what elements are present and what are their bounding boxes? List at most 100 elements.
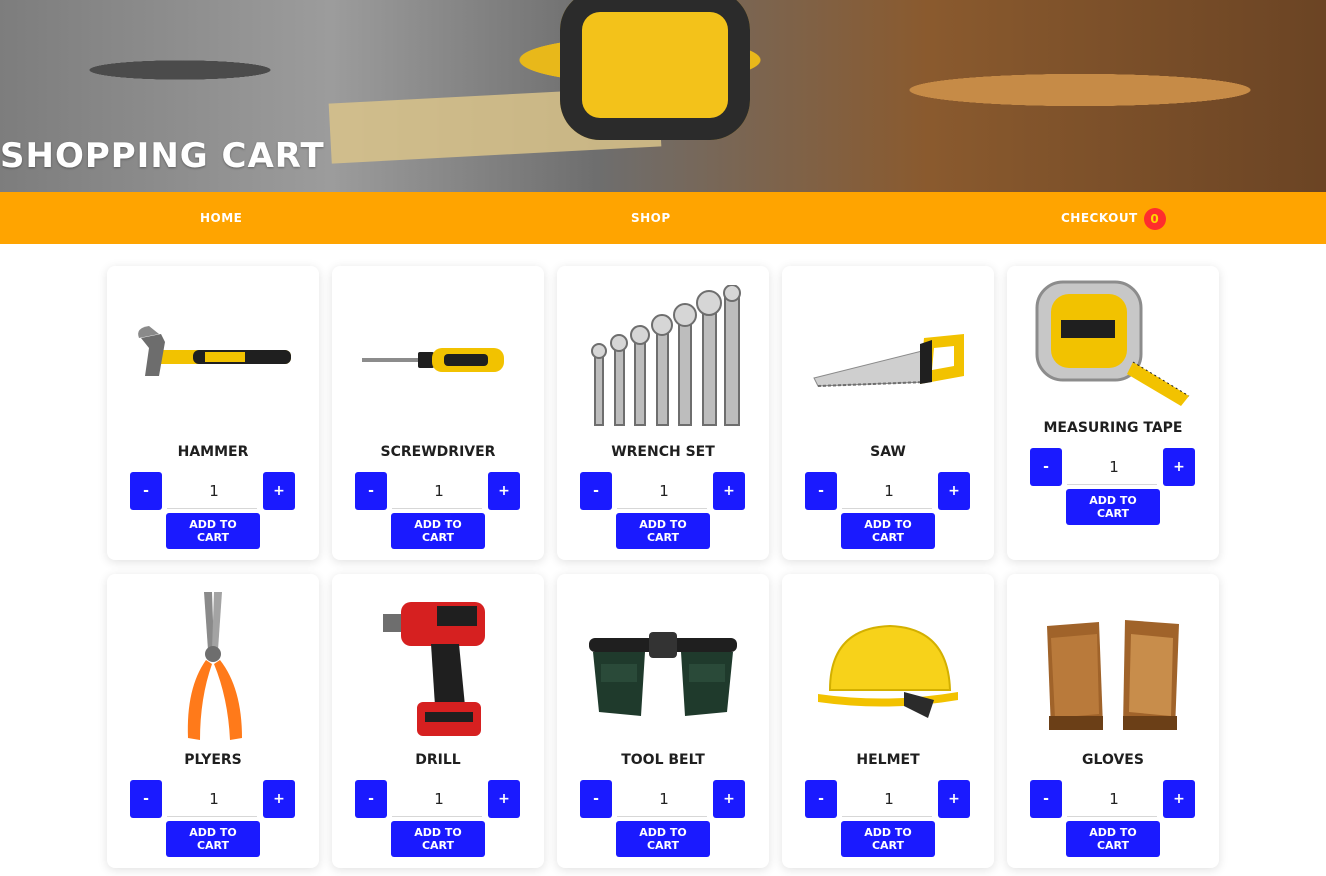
drill-image — [357, 588, 519, 748]
helmet-image — [807, 588, 969, 748]
decrease-qty-button[interactable]: - — [355, 780, 387, 818]
add-to-cart-button[interactable]: Add to cart — [616, 821, 710, 857]
add-to-cart-button[interactable]: Add to cart — [1066, 821, 1160, 857]
quantity-input[interactable] — [617, 780, 711, 818]
product-card-plyers: Plyers - + Add to cart — [107, 574, 319, 868]
product-name: Drill — [415, 752, 461, 768]
product-name: Measuring tape — [1043, 420, 1183, 436]
pliers-icon — [187, 592, 242, 740]
product-name: Wrench set — [611, 444, 715, 460]
add-to-cart-button[interactable]: Add to cart — [166, 821, 260, 857]
quantity-input[interactable] — [842, 472, 936, 510]
measuring-tape-image — [1032, 276, 1194, 416]
product-name: Plyers — [184, 752, 242, 768]
increase-qty-button[interactable]: + — [1163, 448, 1195, 486]
increase-qty-button[interactable]: + — [1163, 780, 1195, 818]
saw-icon — [813, 334, 964, 387]
plyers-image — [132, 588, 294, 748]
product-card-hammer: Hammer - + Add to cart — [107, 266, 319, 560]
hero-tape-graphic — [560, 0, 750, 140]
quantity-input[interactable] — [1067, 448, 1161, 486]
product-grid: Hammer - + Add to cart Screwdriver - + A… — [107, 266, 1219, 868]
quantity-input[interactable] — [842, 780, 936, 818]
decrease-qty-button[interactable]: - — [580, 780, 612, 818]
main-navbar: Home Shop Checkout 0 — [0, 192, 1326, 244]
add-to-cart-button[interactable]: Add to cart — [1066, 489, 1160, 525]
tool-belt-image — [582, 588, 744, 748]
quantity-input[interactable] — [167, 780, 261, 818]
add-to-cart-button[interactable]: Add to cart — [841, 821, 935, 857]
product-card-saw: Saw - + Add to cart — [782, 266, 994, 560]
decrease-qty-button[interactable]: - — [805, 472, 837, 510]
increase-qty-button[interactable]: + — [263, 472, 295, 510]
increase-qty-button[interactable]: + — [713, 780, 745, 818]
measuring-tape-icon — [1035, 280, 1190, 406]
quantity-input[interactable] — [167, 472, 261, 510]
quantity-input[interactable] — [392, 780, 486, 818]
screwdriver-image — [357, 280, 519, 440]
product-name: Saw — [870, 444, 906, 460]
decrease-qty-button[interactable]: - — [580, 472, 612, 510]
product-card-drill: Drill - + Add to cart — [332, 574, 544, 868]
quantity-input[interactable] — [392, 472, 486, 510]
increase-qty-button[interactable]: + — [488, 472, 520, 510]
product-card-wrench-set: Wrench set - + Add to cart — [557, 266, 769, 560]
product-name: Gloves — [1082, 752, 1144, 768]
decrease-qty-button[interactable]: - — [355, 472, 387, 510]
quantity-underline — [617, 508, 707, 509]
quantity-underline — [167, 816, 257, 817]
product-card-tool-belt: Tool belt - + Add to cart — [557, 574, 769, 868]
product-name: Screwdriver — [380, 444, 496, 460]
nav-checkout-link[interactable]: Checkout 0 — [1061, 192, 1166, 244]
decrease-qty-button[interactable]: - — [1030, 448, 1062, 486]
product-card-helmet: Helmet - + Add to cart — [782, 574, 994, 868]
nav-checkout-label: Checkout — [1061, 211, 1138, 225]
product-card-measuring-tape: Measuring tape - + Add to cart — [1007, 266, 1219, 560]
wrench-set-icon — [591, 285, 741, 426]
quantity-underline — [842, 816, 932, 817]
saw-image — [807, 280, 969, 440]
gloves-icon — [1047, 620, 1179, 730]
quantity-underline — [1067, 816, 1157, 817]
decrease-qty-button[interactable]: - — [130, 472, 162, 510]
product-name: Tool belt — [621, 752, 705, 768]
quantity-underline — [617, 816, 707, 817]
gloves-image — [1032, 588, 1194, 748]
add-to-cart-button[interactable]: Add to cart — [841, 513, 935, 549]
product-name: Helmet — [856, 752, 920, 768]
decrease-qty-button[interactable]: - — [805, 780, 837, 818]
hammer-image — [132, 280, 294, 440]
cart-count-badge: 0 — [1143, 207, 1166, 230]
quantity-input[interactable] — [1067, 780, 1161, 818]
nav-home-link[interactable]: Home — [200, 192, 242, 244]
decrease-qty-button[interactable]: - — [130, 780, 162, 818]
quantity-underline — [1067, 484, 1157, 485]
add-to-cart-button[interactable]: Add to cart — [391, 821, 485, 857]
quantity-underline — [392, 816, 482, 817]
increase-qty-button[interactable]: + — [263, 780, 295, 818]
hammer-icon — [138, 326, 291, 376]
product-card-screwdriver: Screwdriver - + Add to cart — [332, 266, 544, 560]
add-to-cart-button[interactable]: Add to cart — [166, 513, 260, 549]
wrench-set-image — [582, 280, 744, 440]
add-to-cart-button[interactable]: Add to cart — [391, 513, 485, 549]
drill-icon — [383, 602, 485, 736]
product-name: Hammer — [177, 444, 249, 460]
page-title: Shopping Cart — [0, 136, 325, 176]
increase-qty-button[interactable]: + — [938, 472, 970, 510]
hero-banner: Shopping Cart — [0, 0, 1326, 192]
decrease-qty-button[interactable]: - — [1030, 780, 1062, 818]
add-to-cart-button[interactable]: Add to cart — [616, 513, 710, 549]
tool-belt-icon — [589, 632, 737, 716]
quantity-input[interactable] — [617, 472, 711, 510]
increase-qty-button[interactable]: + — [713, 472, 745, 510]
helmet-icon — [818, 624, 958, 718]
screwdriver-icon — [362, 348, 504, 372]
quantity-underline — [392, 508, 482, 509]
quantity-underline — [842, 508, 932, 509]
increase-qty-button[interactable]: + — [938, 780, 970, 818]
product-card-gloves: Gloves - + Add to cart — [1007, 574, 1219, 868]
quantity-underline — [167, 508, 257, 509]
nav-shop-link[interactable]: Shop — [631, 192, 671, 244]
increase-qty-button[interactable]: + — [488, 780, 520, 818]
